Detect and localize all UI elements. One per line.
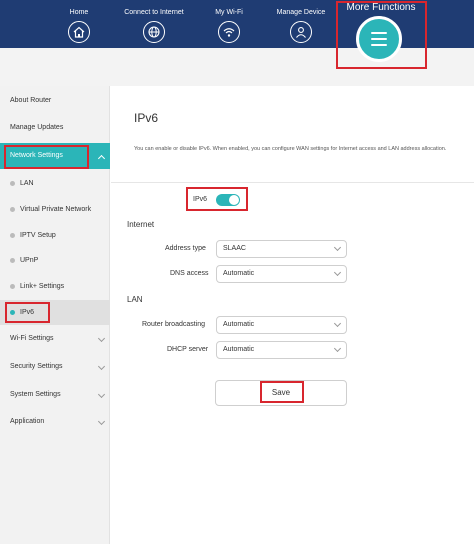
- sidebar-item-wifi-settings[interactable]: Wi-Fi Settings: [0, 326, 110, 352]
- dhcp-server-select[interactable]: Automatic: [216, 341, 347, 359]
- wifi-icon: [218, 21, 240, 43]
- address-type-value: SLAAC: [223, 245, 246, 252]
- bullet-icon: [10, 181, 15, 186]
- sidebar-subitem-label: UPnP: [20, 257, 39, 264]
- sidebar-item-label: Application: [10, 418, 45, 425]
- sidebar-subitem-label: Virtual Private Network: [20, 206, 92, 213]
- bullet-icon: [10, 207, 15, 212]
- page-description: You can enable or disable IPv6. When ena…: [134, 146, 447, 152]
- address-type-label: Address type: [165, 245, 206, 252]
- chevron-down-icon: [333, 319, 342, 328]
- sidebar-subitem-label: LAN: [20, 180, 34, 187]
- sidebar-item-label: System Settings: [10, 391, 61, 398]
- chevron-down-icon: [97, 334, 106, 343]
- globe-icon: [143, 21, 165, 43]
- ipv6-toggle-highlight: [186, 187, 248, 211]
- bullet-icon: [10, 284, 15, 289]
- chevron-down-icon: [333, 243, 342, 252]
- dns-access-select[interactable]: Automatic: [216, 265, 347, 283]
- dns-access-label: DNS access: [170, 270, 209, 277]
- nav-connect-to-internet[interactable]: Connect to Internet: [114, 0, 194, 48]
- chevron-down-icon: [333, 344, 342, 353]
- sidebar-item-security-settings[interactable]: Security Settings: [0, 354, 110, 380]
- dns-access-value: Automatic: [223, 270, 255, 277]
- home-icon: [68, 21, 90, 43]
- sidebar-item-system-settings[interactable]: System Settings: [0, 382, 110, 408]
- address-type-select[interactable]: SLAAC: [216, 240, 347, 258]
- network-settings-highlight: [4, 145, 89, 169]
- sidebar-subitem-vpn[interactable]: Virtual Private Network: [0, 197, 110, 222]
- sidebar-item-label: Security Settings: [10, 363, 63, 370]
- save-button-highlight: [260, 381, 304, 403]
- nav-my-wifi-label: My Wi-Fi: [215, 9, 243, 16]
- more-functions-highlight: [336, 1, 427, 69]
- bullet-icon: [10, 258, 15, 263]
- nav-home-label: Home: [69, 9, 89, 16]
- sidebar-subitem-label: Link+ Settings: [20, 283, 65, 290]
- sidebar-subitem-link-plus[interactable]: Link+ Settings: [0, 274, 110, 299]
- nav-manage-device-label: Manage Device: [276, 9, 326, 16]
- sidebar-item-about-router[interactable]: About Router: [0, 88, 110, 114]
- lan-section-heading: LAN: [127, 295, 143, 304]
- page-title: IPv6: [134, 111, 159, 125]
- nav-home[interactable]: Home: [39, 0, 119, 48]
- sidebar-subitem-upnp[interactable]: UPnP: [0, 248, 110, 273]
- router-broadcasting-label: Router broadcasting: [142, 321, 206, 328]
- chevron-down-icon: [97, 362, 106, 371]
- router-broadcasting-select[interactable]: Automatic: [216, 316, 347, 334]
- sidebar-item-manage-updates[interactable]: Manage Updates: [0, 115, 110, 141]
- sidebar-subitem-label: IPTV Setup: [20, 232, 56, 239]
- chevron-down-icon: [333, 268, 342, 277]
- nav-my-wifi[interactable]: My Wi-Fi: [189, 0, 269, 48]
- sidebar-subitem-lan[interactable]: LAN: [0, 171, 110, 196]
- bullet-icon: [10, 233, 15, 238]
- dhcp-server-label: DHCP server: [167, 346, 209, 353]
- sidebar-subitem-iptv[interactable]: IPTV Setup: [0, 223, 110, 248]
- chevron-up-icon: [97, 154, 106, 163]
- chevron-down-icon: [97, 390, 106, 399]
- user-icon: [290, 21, 312, 43]
- chevron-down-icon: [97, 417, 106, 426]
- divider: [111, 182, 474, 183]
- dhcp-server-value: Automatic: [223, 346, 255, 353]
- sidebar-item-application[interactable]: Application: [0, 409, 110, 435]
- internet-section-heading: Internet: [127, 220, 155, 229]
- ipv6-menu-highlight: [5, 302, 50, 323]
- router-broadcasting-value: Automatic: [223, 321, 255, 328]
- nav-connect-label: Connect to Internet: [124, 9, 184, 16]
- sidebar-item-label: Wi-Fi Settings: [10, 335, 54, 342]
- nav-manage-device[interactable]: Manage Device: [261, 0, 341, 48]
